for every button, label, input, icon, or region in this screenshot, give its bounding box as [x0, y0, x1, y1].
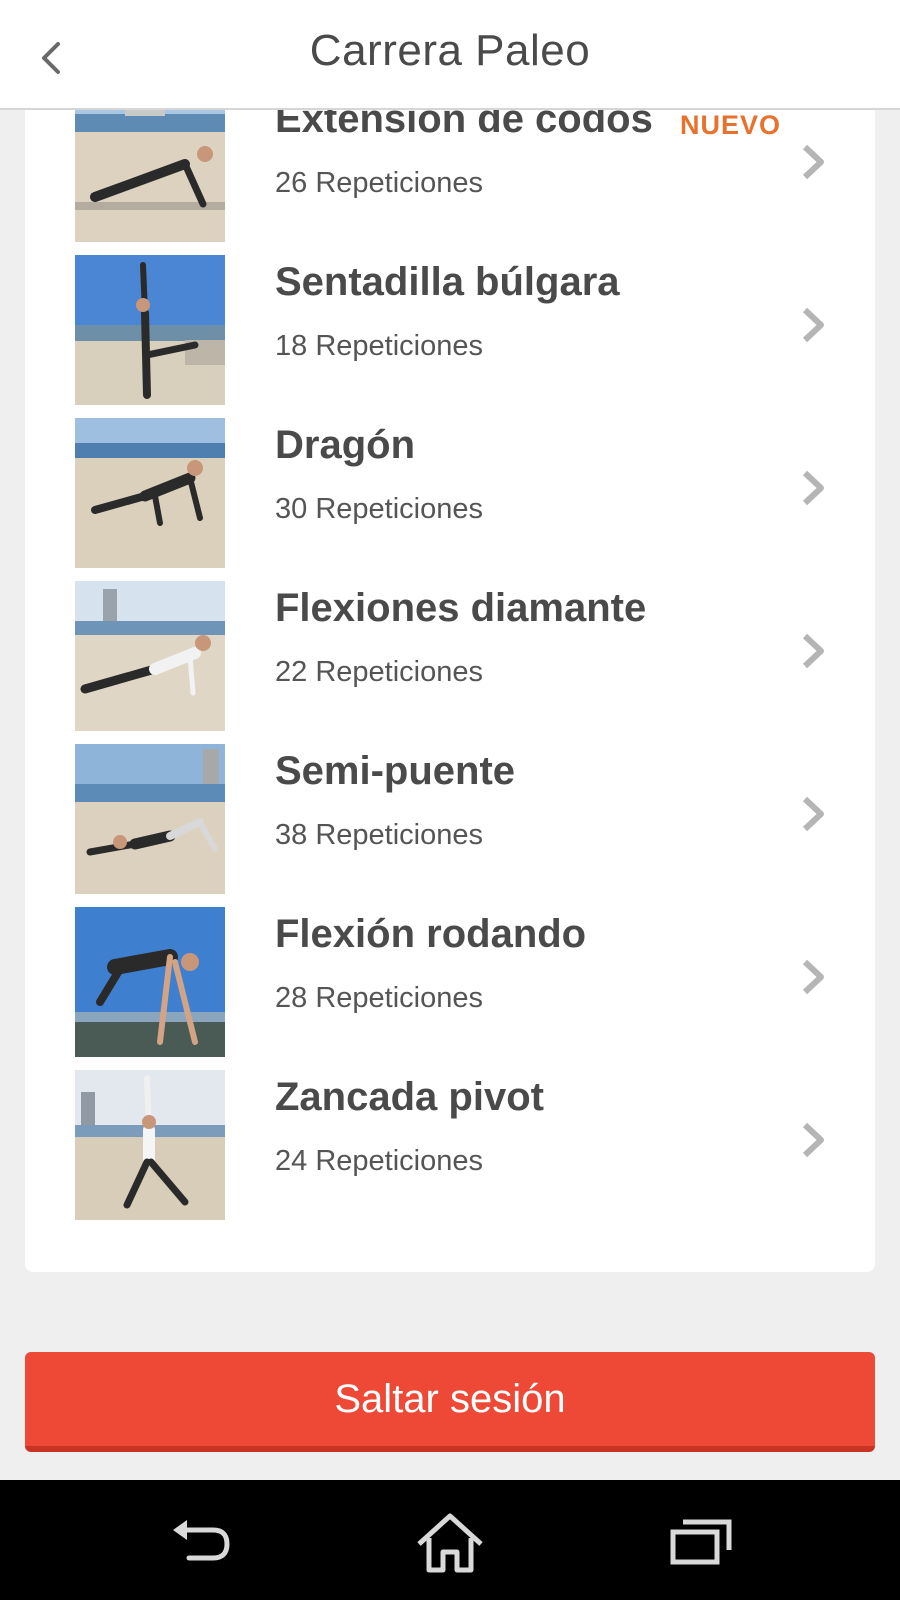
exercise-reps: 18 Repeticiones — [275, 330, 483, 362]
exercise-row[interactable]: Semi-puente 38 Repeticiones — [0, 744, 900, 894]
exercise-row[interactable]: Sentadilla búlgara 18 Repeticiones — [0, 255, 900, 405]
chevron-right-icon — [802, 144, 824, 180]
chevron-right-icon — [802, 959, 824, 995]
exercise-row[interactable]: Zancada pivot 24 Repeticiones — [0, 1070, 900, 1220]
system-navbar — [0, 1480, 900, 1600]
exercise-thumbnail — [75, 581, 225, 731]
nav-home-button[interactable] — [405, 1510, 495, 1576]
home-icon — [417, 1513, 483, 1573]
exercise-reps: 22 Repeticiones — [275, 656, 483, 688]
exercise-name: Semi-puente — [275, 749, 516, 793]
nav-recent-apps-button[interactable] — [655, 1510, 745, 1576]
new-badge: NUEVO — [680, 110, 782, 140]
exercise-name: Zancada pivot — [275, 1075, 544, 1119]
exercise-thumbnail — [75, 92, 225, 242]
exercise-row[interactable]: Flexión rodando 28 Repeticiones — [0, 907, 900, 1057]
exercise-name: Dragón — [275, 423, 415, 467]
page-title: Carrera Paleo — [309, 26, 591, 75]
exercise-name: Sentadilla búlgara — [275, 260, 620, 304]
nav-back-button[interactable] — [155, 1510, 245, 1576]
exercise-thumbnail — [75, 1070, 225, 1220]
back-arrow-icon — [173, 1520, 230, 1561]
skip-session-button[interactable]: Saltar sesión — [25, 1352, 875, 1452]
exercise-reps: 38 Repeticiones — [275, 819, 483, 851]
app-header: Carrera Paleo — [0, 0, 900, 110]
exercise-row[interactable]: Extensión de codos NUEVO 26 Repeticiones — [0, 92, 900, 242]
chevron-right-icon — [802, 633, 824, 669]
exercise-thumbnail — [75, 744, 225, 894]
exercise-reps: 28 Repeticiones — [275, 982, 483, 1014]
exercise-row[interactable]: Flexiones diamante 22 Repeticiones — [0, 581, 900, 731]
chevron-right-icon — [802, 470, 824, 506]
exercise-reps: 26 Repeticiones — [275, 167, 483, 199]
exercise-thumbnail — [75, 255, 225, 405]
exercise-thumbnail — [75, 907, 225, 1057]
recent-apps-icon — [670, 1519, 732, 1565]
exercise-reps: 30 Repeticiones — [275, 493, 483, 525]
chevron-right-icon — [802, 307, 824, 343]
exercise-name: Flexiones diamante — [275, 586, 647, 630]
exercise-name: Flexión rodando — [275, 912, 587, 956]
exercise-row[interactable]: Dragón 30 Repeticiones — [0, 418, 900, 568]
exercise-reps: 24 Repeticiones — [275, 1145, 483, 1177]
chevron-right-icon — [802, 796, 824, 832]
skip-session-label: Saltar sesión — [334, 1377, 566, 1421]
exercise-thumbnail — [75, 418, 225, 568]
chevron-right-icon — [802, 1122, 824, 1158]
